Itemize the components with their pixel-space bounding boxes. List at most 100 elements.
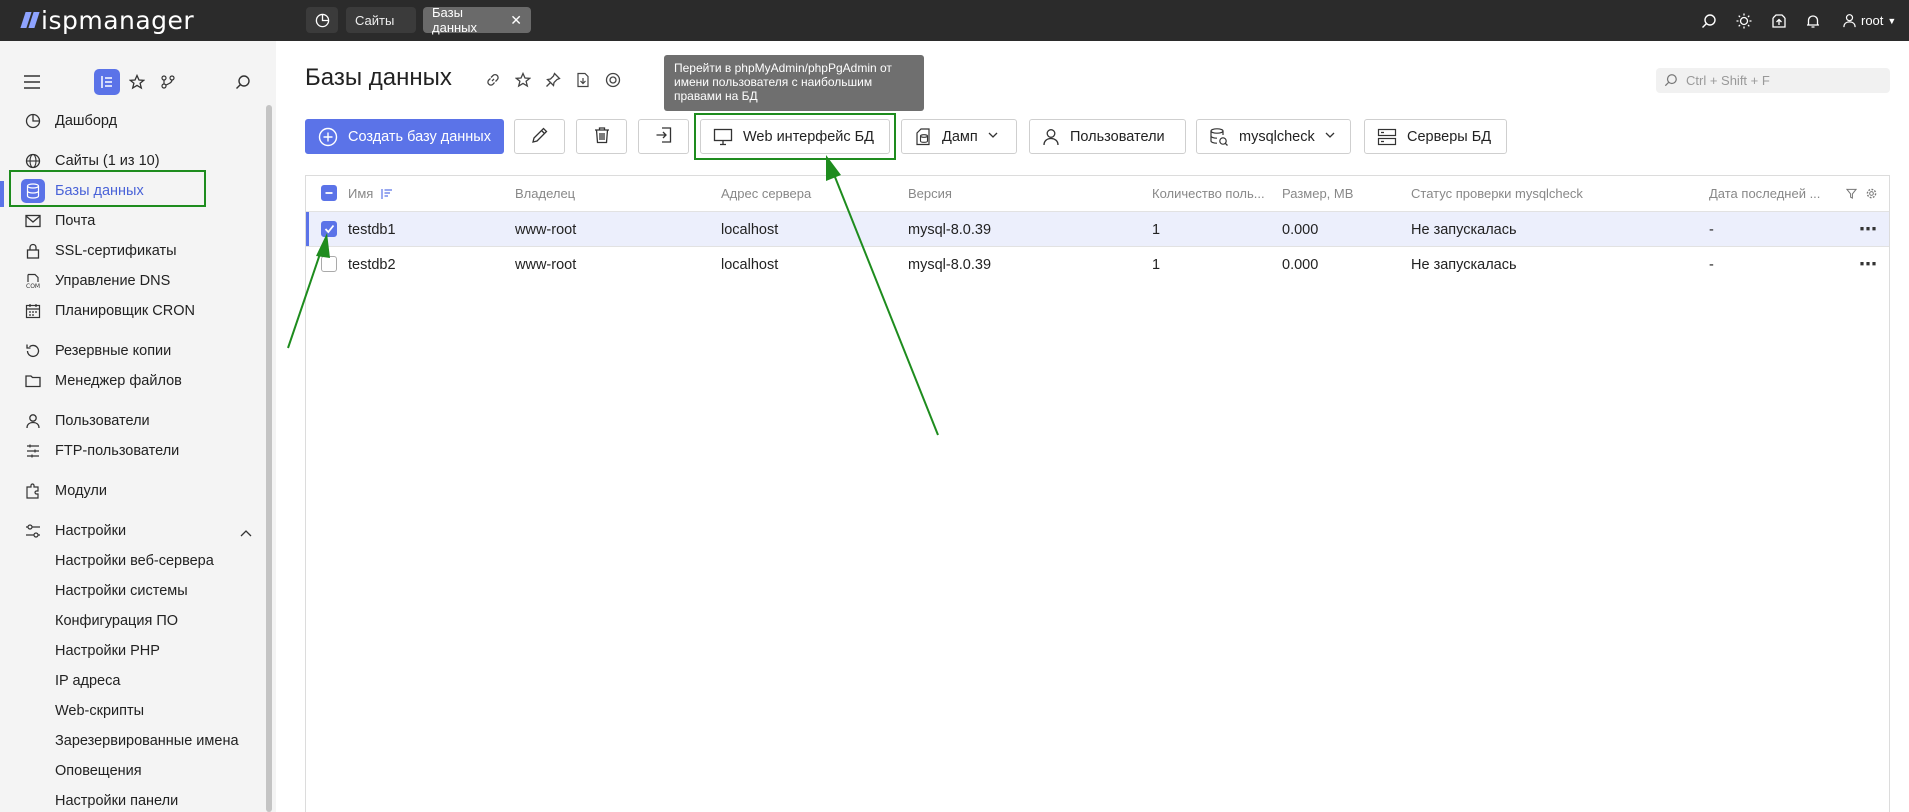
delete-button[interactable] bbox=[576, 119, 627, 154]
more-icon[interactable]: ⋯ bbox=[1859, 212, 1878, 247]
column-header-name[interactable]: Имя bbox=[348, 176, 393, 211]
sidebar-item-backups[interactable]: Резервные копии bbox=[22, 338, 171, 364]
sidebar-item-settings[interactable]: Настройки bbox=[22, 518, 252, 544]
cell-owner: www-root bbox=[515, 256, 577, 273]
sidebar-subitem[interactable]: Настройки панели bbox=[55, 790, 178, 812]
search-icon[interactable] bbox=[1696, 0, 1722, 41]
sidebar-item-label: Планировщик CRON bbox=[55, 303, 195, 319]
tree-icon[interactable] bbox=[155, 69, 181, 95]
tooltip: Перейти в phpMyAdmin/phpPgAdmin от имени… bbox=[664, 55, 924, 111]
sidebar-subitem[interactable]: Web-скрипты bbox=[55, 700, 144, 722]
chevron-down-icon bbox=[1325, 131, 1335, 142]
globe-icon bbox=[22, 153, 44, 169]
folder-icon bbox=[22, 374, 44, 388]
table-row[interactable]: testdb1 www-root localhost mysql-8.0.39 … bbox=[306, 211, 1889, 247]
row-checkbox[interactable] bbox=[321, 256, 337, 272]
sidebar-item-label: Пользователи bbox=[55, 413, 150, 429]
column-header-size[interactable]: Размер, MB bbox=[1282, 176, 1353, 211]
user-menu[interactable]: root ▼ bbox=[1842, 0, 1896, 41]
search-input[interactable]: Ctrl + Shift + F bbox=[1656, 68, 1890, 93]
close-icon[interactable]: ✕ bbox=[510, 12, 522, 29]
sidebar-item-dns[interactable]: COM Управление DNS bbox=[22, 268, 170, 294]
sidebar-subitem[interactable]: IP адреса bbox=[55, 670, 120, 692]
sidebar-item-cron[interactable]: Планировщик CRON bbox=[22, 298, 195, 324]
top-bar: ispmanager Сайты Базы данных ✕ root ▼ bbox=[0, 0, 1909, 41]
sidebar-search-icon[interactable] bbox=[230, 69, 256, 95]
sidebar-item-dashboard[interactable]: Дашборд bbox=[22, 108, 117, 134]
trash-icon bbox=[593, 126, 611, 148]
chevron-down-icon: ▼ bbox=[1887, 15, 1897, 26]
list-view-icon[interactable] bbox=[94, 69, 120, 95]
sun-icon[interactable] bbox=[1731, 0, 1757, 41]
dns-icon: COM bbox=[22, 273, 44, 289]
more-icon[interactable]: ⋯ bbox=[1859, 247, 1878, 282]
bell-icon[interactable] bbox=[1800, 0, 1826, 41]
help-icon[interactable] bbox=[602, 69, 624, 91]
users-button[interactable]: Пользователи bbox=[1029, 119, 1186, 154]
gear-icon[interactable] bbox=[1866, 176, 1877, 211]
sidebar-subitem[interactable]: Настройки PHP bbox=[55, 640, 160, 662]
cell-name: testdb1 bbox=[348, 221, 396, 238]
column-header-owner[interactable]: Владелец bbox=[515, 176, 575, 211]
select-all-checkbox[interactable] bbox=[321, 185, 337, 201]
search-icon bbox=[1664, 73, 1678, 90]
column-header-server[interactable]: Адрес сервера bbox=[721, 176, 811, 211]
users-label: Пользователи bbox=[1070, 128, 1165, 145]
sidebar-item-modules[interactable]: Модули bbox=[22, 478, 107, 504]
sidebar-item-mail[interactable]: Почта bbox=[22, 208, 95, 234]
tab-databases-label: Базы данных bbox=[432, 5, 478, 35]
sidebar-item-label: Почта bbox=[55, 213, 96, 229]
download-icon[interactable] bbox=[572, 69, 594, 91]
dump-button[interactable]: Дамп bbox=[901, 119, 1017, 154]
user-icon bbox=[1042, 128, 1060, 146]
sidebar-toolbar bbox=[0, 69, 276, 95]
db-servers-button[interactable]: Серверы БД bbox=[1364, 119, 1507, 154]
sidebar-subitem[interactable]: Оповещения bbox=[55, 760, 142, 782]
chevron-up-icon bbox=[240, 525, 252, 541]
sidebar-item-ssl[interactable]: SSL-сертификаты bbox=[22, 238, 177, 264]
sidebar-item-label: Дашборд bbox=[55, 113, 118, 129]
column-header-last-date[interactable]: Дата последней ... bbox=[1709, 176, 1820, 211]
table-row[interactable]: testdb2 www-root localhost mysql-8.0.39 … bbox=[306, 246, 1889, 281]
row-checkbox[interactable] bbox=[321, 221, 337, 237]
create-database-button[interactable]: Создать базу данных bbox=[305, 119, 504, 154]
sort-icon[interactable] bbox=[381, 188, 393, 200]
highlight-web-db-interface bbox=[694, 113, 896, 160]
column-header-users-count[interactable]: Количество поль... bbox=[1152, 176, 1265, 211]
sidebar-item-label: Сайты (1 из 10) bbox=[55, 153, 160, 169]
link-icon[interactable] bbox=[482, 69, 504, 91]
column-header-version[interactable]: Версия bbox=[908, 176, 952, 211]
mysqlcheck-button[interactable]: mysqlcheck bbox=[1196, 119, 1351, 154]
menu-icon[interactable] bbox=[19, 69, 45, 95]
star-icon[interactable] bbox=[124, 69, 150, 95]
column-header-check-status[interactable]: Статус проверки mysqlcheck bbox=[1411, 176, 1583, 211]
tab-databases[interactable]: Базы данных ✕ bbox=[423, 5, 531, 35]
sidebar-subitem[interactable]: Конфигурация ПО bbox=[55, 610, 178, 632]
dump-label: Дамп bbox=[942, 128, 978, 145]
dashboard-tab-icon[interactable] bbox=[306, 7, 338, 33]
sidebar-item-files[interactable]: Менеджер файлов bbox=[22, 368, 182, 394]
pencil-icon bbox=[531, 126, 549, 148]
page-title: Базы данных bbox=[305, 64, 452, 91]
sidebar-subitem[interactable]: Настройки веб-сервера bbox=[55, 550, 214, 572]
login-button[interactable] bbox=[638, 119, 689, 154]
upload-icon[interactable] bbox=[1766, 0, 1792, 41]
sidebar-item-users[interactable]: Пользователи bbox=[22, 408, 150, 434]
cell-users-count: 1 bbox=[1152, 256, 1161, 273]
tab-sites[interactable]: Сайты bbox=[346, 7, 416, 33]
star-icon[interactable] bbox=[512, 69, 534, 91]
ftp-icon bbox=[22, 443, 44, 459]
pin-icon[interactable] bbox=[542, 69, 564, 91]
filter-icon[interactable] bbox=[1846, 176, 1857, 211]
sidebar-subitem[interactable]: Настройки системы bbox=[55, 580, 188, 602]
settings-icon bbox=[22, 523, 44, 539]
cell-server: localhost bbox=[721, 221, 779, 238]
sidebar-item-ftp[interactable]: FTP-пользователи bbox=[22, 438, 179, 464]
mysqlcheck-label: mysqlcheck bbox=[1239, 128, 1315, 145]
sidebar-subitem[interactable]: Зарезервированные имена bbox=[55, 730, 239, 752]
sidebar-scrollbar[interactable] bbox=[266, 105, 272, 812]
sidebar-item-label: Менеджер файлов bbox=[55, 373, 182, 389]
cell-name: testdb2 bbox=[348, 256, 396, 273]
edit-button[interactable] bbox=[514, 119, 565, 154]
logo[interactable]: ispmanager bbox=[20, 4, 194, 36]
